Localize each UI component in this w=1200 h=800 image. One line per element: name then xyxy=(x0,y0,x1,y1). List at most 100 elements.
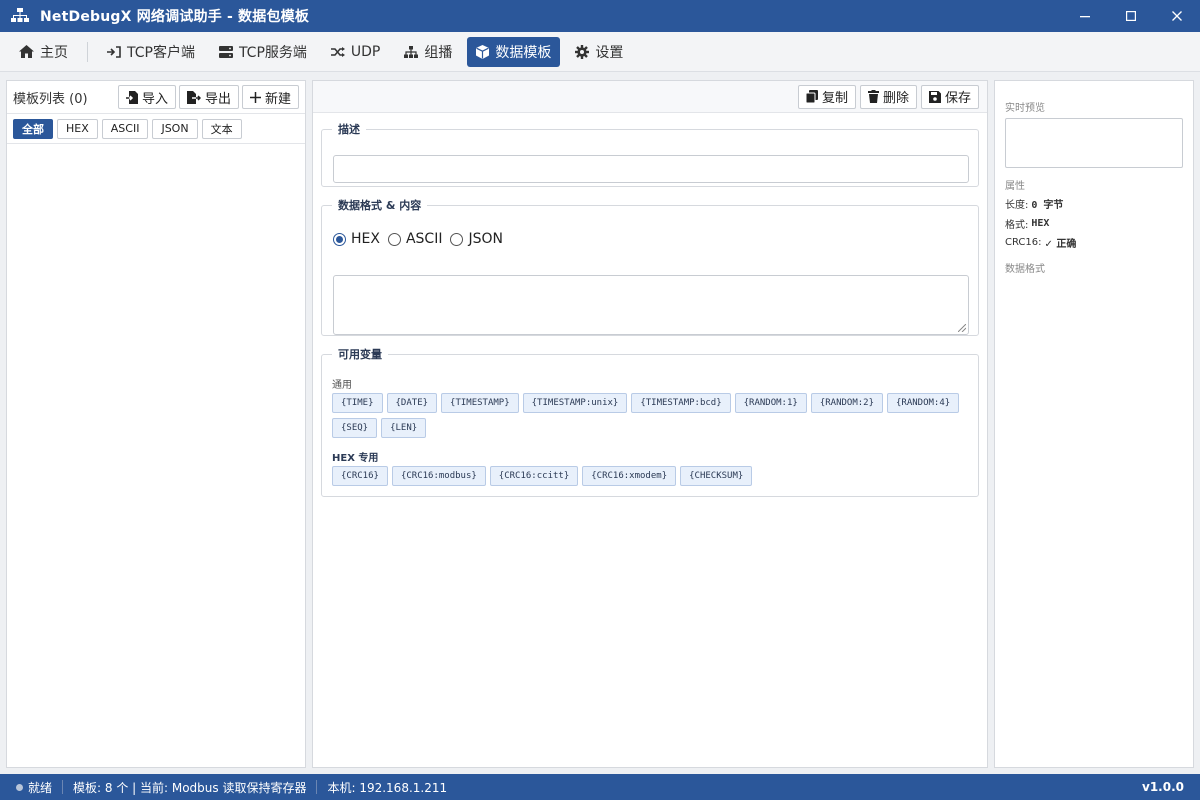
status-templates: 模板: 8 个 | 当前: Modbus 读取保持寄存器 xyxy=(73,780,307,795)
save-icon xyxy=(928,90,941,103)
export-button[interactable]: 导出 xyxy=(178,85,239,109)
import-button[interactable]: 导入 xyxy=(117,85,176,109)
sitemap-icon xyxy=(404,45,419,58)
plus-icon xyxy=(249,91,261,103)
var-chip[interactable]: {CRC16:modbus} xyxy=(391,466,486,486)
status-local-ip: 本机: 192.168.1.211 xyxy=(327,780,448,795)
length-label: 长度: xyxy=(1005,200,1029,211)
var-chip[interactable]: {CHECKSUM} xyxy=(680,466,753,486)
maximize-button[interactable] xyxy=(1108,0,1154,32)
save-button[interactable]: 保存 xyxy=(920,84,979,109)
properties-label: 属性 xyxy=(1005,181,1025,192)
template-filter-bar: 全部 HEX ASCII JSON 文本 xyxy=(7,114,305,144)
filter-ascii[interactable]: ASCII xyxy=(101,118,149,139)
tab-tcp-server[interactable]: TCP服务端 xyxy=(210,37,316,67)
format-hex-label: HEX xyxy=(351,231,380,247)
resize-grip-icon[interactable] xyxy=(958,324,966,332)
shuffle-icon xyxy=(330,46,345,58)
home-icon xyxy=(19,45,34,58)
var-chip[interactable]: {TIME} xyxy=(332,393,383,413)
tab-settings[interactable]: 设置 xyxy=(566,37,632,67)
format-ascii-label: ASCII xyxy=(405,231,443,247)
var-chip[interactable]: {CRC16} xyxy=(332,466,388,486)
copy-button[interactable]: 复制 xyxy=(797,84,856,109)
format-json-radio[interactable] xyxy=(450,232,464,246)
close-icon xyxy=(1172,11,1182,21)
tab-divider xyxy=(87,41,88,62)
tab-tcp-client-label: TCP客户端 xyxy=(127,44,195,61)
save-label: 保存 xyxy=(944,91,971,106)
filter-text[interactable]: 文本 xyxy=(201,118,242,139)
var-chip[interactable]: {CRC16:xmodem} xyxy=(582,466,677,486)
var-chip[interactable]: {TIMESTAMP:unix} xyxy=(522,393,628,413)
status-divider xyxy=(62,780,64,794)
tab-multicast[interactable]: 组播 xyxy=(395,37,461,67)
title-bar: NetDebugX 网络调试助手 - 数据包模板 xyxy=(0,0,1200,32)
delete-button[interactable]: 删除 xyxy=(859,84,917,109)
copy-icon xyxy=(805,90,818,103)
crc-label: CRC16: xyxy=(1005,237,1042,248)
format-json-option[interactable]: JSON xyxy=(450,231,503,247)
var-chip[interactable]: {RANDOM:1} xyxy=(734,393,807,413)
filter-all[interactable]: 全部 xyxy=(13,118,53,139)
export-label: 导出 xyxy=(204,91,231,107)
format-prop-label: 格式: xyxy=(1005,220,1029,231)
description-group: 描述 xyxy=(321,121,979,187)
tab-tcp-client[interactable]: TCP客户端 xyxy=(98,37,204,67)
var-chip[interactable]: {DATE} xyxy=(386,393,438,413)
tab-multicast-label: 组播 xyxy=(424,44,453,61)
content-textarea[interactable] xyxy=(333,275,969,335)
format-hex-option[interactable]: HEX xyxy=(333,231,380,247)
template-list-panel: 模板列表 (0) 导入 导出 新建 全部 HEX ASCII JSON 文本 xyxy=(6,80,306,768)
tab-tcp-server-label: TCP服务端 xyxy=(238,44,307,61)
template-list-header: 模板列表 (0) 导入 导出 新建 xyxy=(7,81,305,114)
var-chip[interactable]: {RANDOM:4} xyxy=(887,393,960,413)
server-icon xyxy=(218,45,233,58)
format-content-group: 数据格式 & 内容 HEX ASCII JSON xyxy=(321,197,979,336)
format-radio-group: HEX ASCII JSON xyxy=(333,231,505,247)
variables-legend: 可用变量 xyxy=(338,348,382,361)
close-button[interactable] xyxy=(1154,0,1200,32)
description-input[interactable] xyxy=(333,155,969,183)
template-editor-panel: 复制 删除 保存 描述 数据格式 & 内容 HEX ASCII JSON 可用变… xyxy=(312,80,988,768)
tab-data-template-label: 数据模板 xyxy=(495,44,552,61)
var-chip[interactable]: {CRC16:ccitt} xyxy=(489,466,579,486)
hex-vars-label: HEX 专用 xyxy=(332,453,379,464)
filter-hex[interactable]: HEX xyxy=(57,118,98,139)
format-json-label: JSON xyxy=(468,231,503,247)
format-content-legend: 数据格式 & 内容 xyxy=(338,199,422,212)
minimize-button[interactable] xyxy=(1062,0,1108,32)
length-value: 0 字节 xyxy=(1031,200,1064,211)
new-template-button[interactable]: 新建 xyxy=(241,85,299,109)
editor-toolbar: 复制 删除 保存 xyxy=(313,81,987,113)
hex-vars-row: {CRC16} {CRC16:modbus} {CRC16:ccitt} {CR… xyxy=(332,466,753,486)
gear-icon xyxy=(575,44,590,59)
new-template-label: 新建 xyxy=(264,91,291,107)
maximize-icon xyxy=(1126,11,1136,21)
status-state: 就绪 xyxy=(28,780,53,795)
general-vars-label: 通用 xyxy=(332,380,352,391)
format-ascii-radio[interactable] xyxy=(387,232,401,246)
sign-in-icon xyxy=(107,45,121,58)
variables-group: 可用变量 通用 {TIME} {DATE} {TIMESTAMP} {TIMES… xyxy=(321,346,979,497)
minimize-icon xyxy=(1080,16,1090,18)
var-chip[interactable]: {TIMESTAMP} xyxy=(441,393,519,413)
live-preview-box xyxy=(1005,118,1183,168)
format-property: 格式: HEX xyxy=(1005,216,1049,231)
var-chip[interactable]: {SEQ} xyxy=(332,418,378,438)
var-chip[interactable]: {RANDOM:2} xyxy=(810,393,883,413)
filter-json[interactable]: JSON xyxy=(152,118,198,139)
var-chip[interactable]: {LEN} xyxy=(381,418,427,438)
format-hex-radio[interactable] xyxy=(333,232,346,246)
var-chip[interactable]: {TIMESTAMP:bcd} xyxy=(631,393,731,413)
preview-panel: 实时预览 属性 长度: 0 字节 格式: HEX CRC16: ✓ 正确 数据格… xyxy=(994,80,1194,768)
tab-data-template[interactable]: 数据模板 xyxy=(467,36,561,67)
tab-home[interactable]: 主页 xyxy=(10,37,77,67)
template-list-title: 模板列表 (0) xyxy=(13,91,88,107)
general-vars-row-1: {TIME} {DATE} {TIMESTAMP} {TIMESTAMP:uni… xyxy=(332,393,960,413)
delete-label: 删除 xyxy=(882,91,909,106)
tab-udp[interactable]: UDP xyxy=(322,37,389,67)
format-ascii-option[interactable]: ASCII xyxy=(387,231,443,247)
status-version: v1.0.0 xyxy=(1142,780,1184,794)
format-prop-value: HEX xyxy=(1031,218,1050,229)
